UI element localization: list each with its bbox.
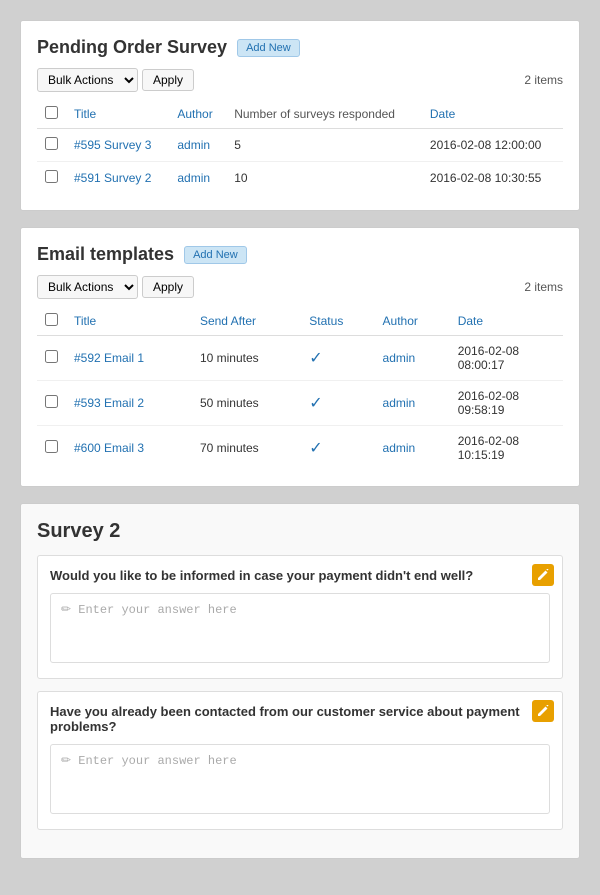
survey-question-text-1: Have you already been contacted from our… [50, 704, 550, 734]
pending-survey-col-surveys-responded: Number of surveys responded [226, 100, 422, 129]
email-templates-row-title-1[interactable]: #593 Email 2 [74, 396, 144, 410]
pending-survey-toolbar: Bulk Actions Apply 2 items [37, 68, 563, 92]
survey-2-panel: Survey 2 Would you like to be informed i… [20, 503, 580, 859]
email-templates-col-title[interactable]: Title [66, 307, 192, 336]
email-templates-row-title-0[interactable]: #592 Email 1 [74, 351, 144, 365]
email-templates-row-title-2[interactable]: #600 Email 3 [74, 441, 144, 455]
email-templates-row-status-0: ✓ [301, 336, 374, 381]
email-templates-add-new-button[interactable]: Add New [184, 246, 247, 264]
panel-header-pending: Pending Order Survey Add New [37, 37, 563, 58]
email-templates-row-date-0: 2016-02-08 08:00:17 [450, 336, 563, 381]
email-templates-col-author: Author [375, 307, 450, 336]
survey-answer-textarea-0[interactable] [50, 593, 550, 663]
table-row: #592 Email 1 10 minutes ✓ admin 2016-02-… [37, 336, 563, 381]
pending-survey-col-date[interactable]: Date [422, 100, 563, 129]
email-templates-toolbar: Bulk Actions Apply 2 items [37, 275, 563, 299]
pending-survey-row-date-0: 2016-02-08 12:00:00 [422, 129, 563, 162]
email-templates-title: Email templates [37, 244, 174, 265]
email-templates-row-date-2: 2016-02-08 10:15:19 [450, 426, 563, 471]
email-templates-apply-button[interactable]: Apply [142, 276, 194, 298]
email-templates-row-status-2: ✓ [301, 426, 374, 471]
email-templates-table: Title Send After Status Author Date #592… [37, 307, 563, 470]
email-templates-col-status: Status [301, 307, 374, 336]
pending-order-survey-title: Pending Order Survey [37, 37, 227, 58]
email-templates-row-status-1: ✓ [301, 381, 374, 426]
email-templates-row-checkbox-0[interactable] [45, 350, 58, 363]
edit-icon [537, 569, 549, 581]
pending-survey-row-author-1[interactable]: admin [177, 171, 210, 185]
survey-answer-textarea-1[interactable] [50, 744, 550, 814]
table-row: #595 Survey 3 admin 5 2016-02-08 12:00:0… [37, 129, 563, 162]
email-templates-bulk-actions-select[interactable]: Bulk Actions [37, 275, 138, 299]
email-templates-header-checkbox-col [37, 307, 66, 336]
status-check-icon-2: ✓ [309, 440, 322, 457]
pending-survey-col-title[interactable]: Title [66, 100, 169, 129]
email-templates-col-date[interactable]: Date [450, 307, 563, 336]
pending-survey-bulk-actions-select[interactable]: Bulk Actions [37, 68, 138, 92]
survey-questions-container: Would you like to be informed in case yo… [37, 555, 563, 830]
email-templates-row-author-2[interactable]: admin [383, 441, 416, 455]
pending-survey-row-surveys-1: 10 [226, 162, 422, 195]
email-templates-items-count: 2 items [524, 280, 563, 294]
survey-question-block-1: Have you already been contacted from our… [37, 691, 563, 830]
pending-survey-col-author: Author [169, 100, 226, 129]
email-templates-row-author-0[interactable]: admin [383, 351, 416, 365]
survey-question-edit-button-0[interactable] [532, 564, 554, 586]
email-templates-row-date-1: 2016-02-08 09:58:19 [450, 381, 563, 426]
email-templates-panel: Email templates Add New Bulk Actions App… [20, 227, 580, 487]
pending-survey-add-new-button[interactable]: Add New [237, 39, 300, 57]
pending-survey-header-checkbox-col [37, 100, 66, 129]
pending-survey-table: Title Author Number of surveys responded… [37, 100, 563, 194]
pending-order-survey-panel: Pending Order Survey Add New Bulk Action… [20, 20, 580, 211]
table-row: #591 Survey 2 admin 10 2016-02-08 10:30:… [37, 162, 563, 195]
email-templates-row-send-after-2: 70 minutes [192, 426, 301, 471]
pending-survey-row-title-0[interactable]: #595 Survey 3 [74, 138, 151, 152]
pending-survey-header-row: Title Author Number of surveys responded… [37, 100, 563, 129]
pending-survey-items-count: 2 items [524, 73, 563, 87]
survey-question-edit-button-1[interactable] [532, 700, 554, 722]
email-templates-row-author-1[interactable]: admin [383, 396, 416, 410]
survey-question-block-0: Would you like to be informed in case yo… [37, 555, 563, 679]
email-templates-row-checkbox-1[interactable] [45, 395, 58, 408]
email-templates-row-send-after-1: 50 minutes [192, 381, 301, 426]
pending-survey-row-checkbox-0[interactable] [45, 137, 58, 150]
table-row: #593 Email 2 50 minutes ✓ admin 2016-02-… [37, 381, 563, 426]
email-templates-header-row: Title Send After Status Author Date [37, 307, 563, 336]
email-templates-row-checkbox-2[interactable] [45, 440, 58, 453]
status-check-icon-0: ✓ [309, 350, 322, 367]
edit-icon [537, 705, 549, 717]
email-templates-select-all-checkbox[interactable] [45, 313, 58, 326]
pending-survey-apply-button[interactable]: Apply [142, 69, 194, 91]
survey-2-title: Survey 2 [37, 520, 563, 543]
panel-header-email: Email templates Add New [37, 244, 563, 265]
pending-survey-row-date-1: 2016-02-08 10:30:55 [422, 162, 563, 195]
pending-survey-select-all-checkbox[interactable] [45, 106, 58, 119]
pending-survey-row-author-0[interactable]: admin [177, 138, 210, 152]
email-templates-col-send-after: Send After [192, 307, 301, 336]
pending-survey-row-surveys-0: 5 [226, 129, 422, 162]
pending-survey-row-title-1[interactable]: #591 Survey 2 [74, 171, 151, 185]
email-templates-row-send-after-0: 10 minutes [192, 336, 301, 381]
table-row: #600 Email 3 70 minutes ✓ admin 2016-02-… [37, 426, 563, 471]
pending-survey-row-checkbox-1[interactable] [45, 170, 58, 183]
status-check-icon-1: ✓ [309, 395, 322, 412]
survey-question-text-0: Would you like to be informed in case yo… [50, 568, 550, 583]
